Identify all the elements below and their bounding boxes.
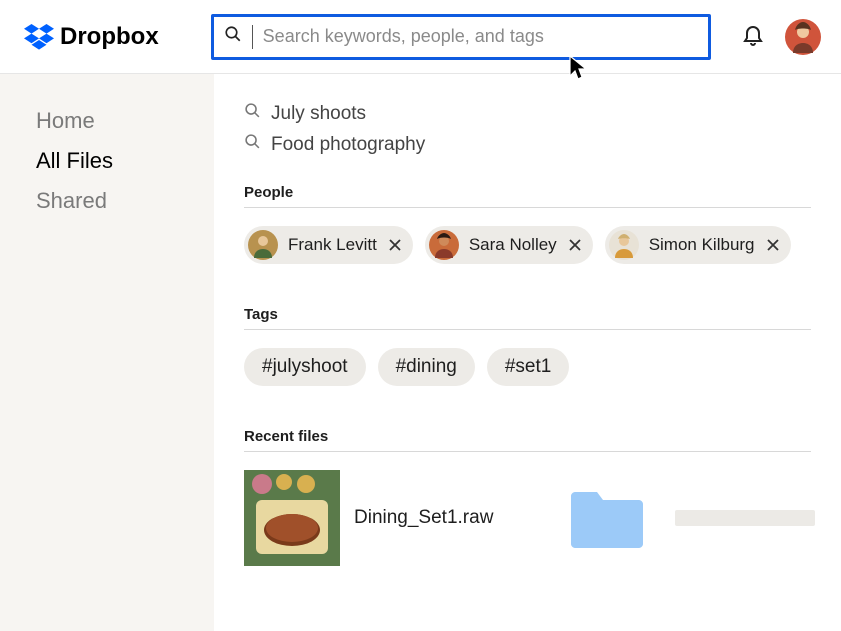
person-avatar: [248, 230, 278, 260]
loading-placeholder: [675, 510, 815, 526]
suggestion-label: Food photography: [271, 134, 425, 156]
search-icon: [224, 25, 242, 48]
person-chip[interactable]: Simon Kilburg: [605, 226, 791, 264]
recent-file-item[interactable]: Dining_Set1.raw: [244, 470, 493, 566]
divider: [244, 207, 811, 208]
person-name: Frank Levitt: [288, 235, 377, 255]
tag-chip[interactable]: #set1: [487, 348, 569, 386]
header-actions: [741, 19, 821, 55]
recent-files-header: Recent files: [244, 428, 811, 445]
tag-chip[interactable]: #dining: [378, 348, 475, 386]
person-avatar: [429, 230, 459, 260]
person-chip[interactable]: Sara Nolley: [425, 226, 593, 264]
person-name: Simon Kilburg: [649, 235, 755, 255]
main-content: July shoots Food photography People Fran…: [214, 74, 841, 631]
tag-chip[interactable]: #julyshoot: [244, 348, 366, 386]
tag-label: #set1: [505, 356, 551, 377]
user-avatar[interactable]: [785, 19, 821, 55]
brand-name: Dropbox: [60, 23, 159, 51]
dropbox-icon: [24, 24, 54, 50]
text-caret: [252, 25, 253, 49]
remove-icon[interactable]: [389, 239, 401, 251]
person-avatar: [609, 230, 639, 260]
tag-chips: #julyshoot #dining #set1: [244, 348, 811, 386]
tags-section-header: Tags: [244, 306, 811, 323]
search-suggestion[interactable]: July shoots: [244, 102, 811, 125]
recent-files-row: Dining_Set1.raw: [244, 470, 811, 566]
recent-file-item[interactable]: [511, 488, 815, 548]
search-icon: [244, 133, 261, 156]
folder-icon: [571, 488, 643, 548]
sidebar-item-label: Shared: [36, 188, 107, 213]
tag-label: #dining: [396, 356, 457, 377]
remove-icon[interactable]: [569, 239, 581, 251]
file-name: Dining_Set1.raw: [354, 507, 493, 529]
search-bar[interactable]: [211, 14, 711, 60]
people-section-header: People: [244, 184, 811, 201]
file-thumbnail: [244, 470, 340, 566]
remove-icon[interactable]: [767, 239, 779, 251]
tag-label: #julyshoot: [262, 356, 348, 377]
sidebar: Home All Files Shared: [0, 74, 214, 631]
bell-icon[interactable]: [741, 22, 765, 51]
search-suggestion[interactable]: Food photography: [244, 133, 811, 156]
sidebar-item-home[interactable]: Home: [36, 108, 214, 134]
people-chips: Frank Levitt Sara Nolley Simon Kilburg: [244, 226, 811, 264]
brand-logo[interactable]: Dropbox: [24, 23, 159, 51]
sidebar-item-label: Home: [36, 108, 95, 133]
search-input[interactable]: [263, 26, 698, 47]
divider: [244, 451, 811, 452]
sidebar-item-shared[interactable]: Shared: [36, 188, 214, 214]
search-icon: [244, 102, 261, 125]
app-header: Dropbox: [0, 0, 841, 74]
suggestion-label: July shoots: [271, 103, 366, 125]
person-name: Sara Nolley: [469, 235, 557, 255]
sidebar-item-label: All Files: [36, 148, 113, 173]
sidebar-item-all-files[interactable]: All Files: [36, 148, 214, 174]
divider: [244, 329, 811, 330]
person-chip[interactable]: Frank Levitt: [244, 226, 413, 264]
